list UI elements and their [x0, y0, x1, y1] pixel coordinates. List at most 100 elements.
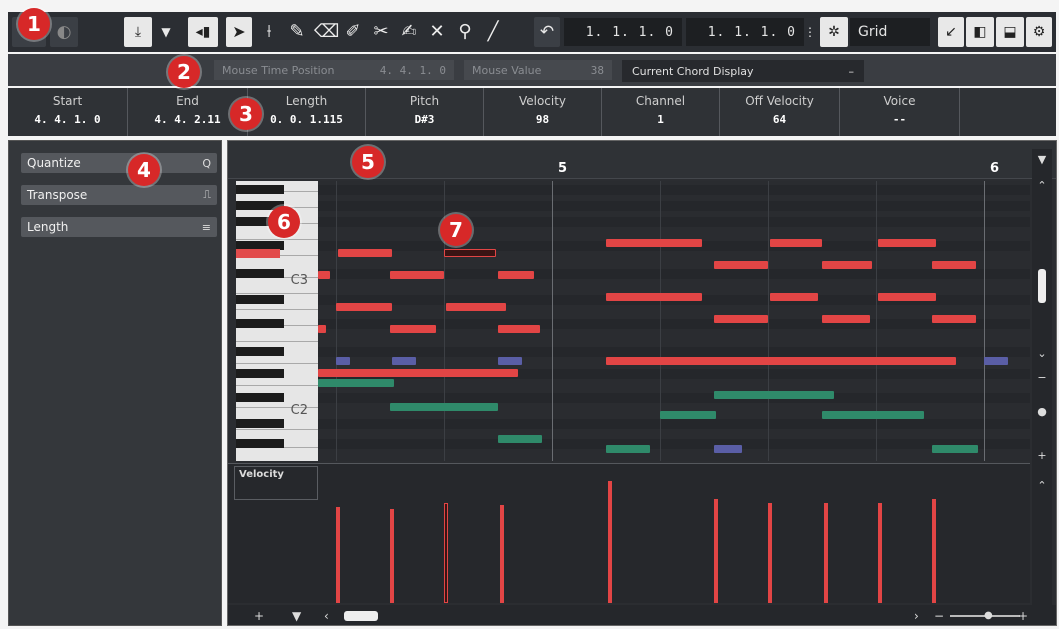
- snap-button[interactable]: ⤓: [124, 17, 152, 47]
- velocity-bar[interactable]: [444, 503, 448, 603]
- eraser-icon[interactable]: ⌫: [314, 19, 339, 45]
- midi-note[interactable]: [318, 379, 394, 387]
- midi-note[interactable]: [336, 357, 350, 365]
- midi-note[interactable]: [822, 315, 870, 323]
- velocity-bar[interactable]: [824, 503, 828, 603]
- midi-note[interactable]: [714, 445, 742, 453]
- velocity-lane[interactable]: Velocity: [228, 463, 1030, 603]
- velocity-bar[interactable]: [932, 499, 936, 603]
- midi-note[interactable]: [392, 357, 416, 365]
- selected-midi-note[interactable]: [444, 249, 496, 257]
- scroll-menu-icon[interactable]: ▼: [1032, 153, 1052, 167]
- midi-note[interactable]: [318, 369, 518, 377]
- scissors-icon[interactable]: ✂: [370, 19, 392, 45]
- black-key[interactable]: [236, 419, 284, 428]
- horizontal-scroll-thumb[interactable]: [344, 611, 378, 621]
- zoom-in-icon[interactable]: +: [1032, 449, 1052, 463]
- h-zoom-handle-icon[interactable]: ●: [984, 609, 993, 623]
- midi-note[interactable]: [932, 315, 976, 323]
- midi-note[interactable]: [770, 293, 818, 301]
- midi-note[interactable]: [390, 403, 498, 411]
- midi-note[interactable]: [878, 293, 936, 301]
- midi-note[interactable]: [318, 325, 326, 333]
- midi-note[interactable]: [606, 357, 956, 365]
- black-key[interactable]: [236, 439, 284, 448]
- info-velocity[interactable]: Velocity 98: [484, 88, 602, 136]
- midi-note[interactable]: [984, 357, 1008, 365]
- chord-display[interactable]: Current Chord Display –: [622, 60, 864, 82]
- midi-note[interactable]: [498, 271, 534, 279]
- midi-note[interactable]: [606, 293, 702, 301]
- info-start[interactable]: Start 4. 4. 1. 0: [8, 88, 128, 136]
- black-key[interactable]: [236, 347, 284, 356]
- midi-note[interactable]: [660, 411, 716, 419]
- velocity-bar[interactable]: [390, 509, 394, 603]
- length-section[interactable]: Length ≡: [21, 217, 217, 237]
- midi-note[interactable]: [498, 325, 540, 333]
- arrow-button[interactable]: ↙: [938, 17, 964, 47]
- position-right-field[interactable]: 1. 1. 1. 0: [686, 18, 804, 46]
- velocity-bar[interactable]: [768, 503, 772, 603]
- midi-note[interactable]: [446, 303, 506, 311]
- add-lane-icon[interactable]: +: [254, 609, 264, 623]
- bottom-panel-button[interactable]: ⬓: [996, 17, 1024, 47]
- midi-note[interactable]: [714, 261, 768, 269]
- zoom-out-icon[interactable]: −: [1032, 371, 1052, 385]
- lane-menu-icon[interactable]: ▼: [292, 609, 301, 623]
- midi-note[interactable]: [336, 303, 392, 311]
- h-zoom-in-icon[interactable]: +: [1018, 609, 1028, 623]
- undo-button[interactable]: ↶: [534, 17, 560, 47]
- quantize-section[interactable]: Quantize Q: [21, 153, 217, 173]
- midi-note[interactable]: [338, 249, 392, 257]
- midi-note[interactable]: [714, 315, 768, 323]
- midi-note[interactable]: [770, 239, 822, 247]
- midi-note[interactable]: [822, 411, 924, 419]
- zoom-handle-icon[interactable]: ●: [1032, 405, 1052, 419]
- midi-note[interactable]: [498, 357, 522, 365]
- black-key[interactable]: [236, 369, 284, 378]
- grid-type-select[interactable]: Grid: [850, 18, 930, 46]
- h-zoom-out-icon[interactable]: −: [934, 609, 944, 623]
- draw-icon[interactable]: ✐: [342, 19, 364, 45]
- settings-button[interactable]: ⚙: [1026, 17, 1052, 47]
- play-toggle-button[interactable]: ◐: [50, 17, 78, 47]
- pencil-icon[interactable]: ✎: [286, 19, 308, 45]
- midi-note[interactable]: [606, 445, 650, 453]
- midi-note[interactable]: [878, 239, 936, 247]
- position-left-field[interactable]: 1. 1. 1. 0: [564, 18, 682, 46]
- midi-note[interactable]: [390, 325, 436, 333]
- info-voice[interactable]: Voice --: [840, 88, 960, 136]
- scroll-down-icon[interactable]: ⌄: [1032, 347, 1052, 361]
- black-key[interactable]: [236, 295, 284, 304]
- mute-icon[interactable]: ✕: [426, 19, 448, 45]
- velocity-bar[interactable]: [336, 507, 340, 603]
- velocity-bar[interactable]: [500, 505, 504, 603]
- black-key[interactable]: [236, 269, 284, 278]
- velocity-lane-label[interactable]: Velocity: [234, 466, 318, 500]
- scroll-right-icon[interactable]: ›: [914, 609, 919, 623]
- note-grid[interactable]: [318, 181, 1030, 461]
- scroll-up-icon[interactable]: ⌃: [1032, 179, 1052, 193]
- speaker-button[interactable]: ◂▮: [188, 17, 218, 47]
- black-key[interactable]: [236, 319, 284, 328]
- midi-note[interactable]: [822, 261, 872, 269]
- glue-icon[interactable]: ✍: [398, 19, 420, 45]
- lane-up-icon[interactable]: ⌃: [1032, 479, 1052, 493]
- snap-dropdown[interactable]: ▼: [156, 17, 176, 47]
- vertical-scroll-thumb[interactable]: [1038, 269, 1046, 303]
- grid-toggle-button[interactable]: ✲: [820, 17, 848, 47]
- velocity-bar[interactable]: [714, 499, 718, 603]
- transpose-section[interactable]: Transpose ⎍: [21, 185, 217, 205]
- midi-note[interactable]: [932, 261, 976, 269]
- info-channel[interactable]: Channel 1: [602, 88, 720, 136]
- black-key[interactable]: [236, 393, 284, 402]
- midi-note[interactable]: [390, 271, 444, 279]
- zoom-icon[interactable]: ⚲: [454, 19, 476, 45]
- more-icon[interactable]: ⋮: [804, 19, 816, 45]
- velocity-bar[interactable]: [608, 481, 612, 603]
- left-panel-button[interactable]: ◧: [966, 17, 994, 47]
- range-icon[interactable]: ⟊: [258, 19, 280, 45]
- midi-note[interactable]: [318, 271, 330, 279]
- midi-note[interactable]: [714, 391, 834, 399]
- info-length[interactable]: Length 0. 0. 1.115: [248, 88, 366, 136]
